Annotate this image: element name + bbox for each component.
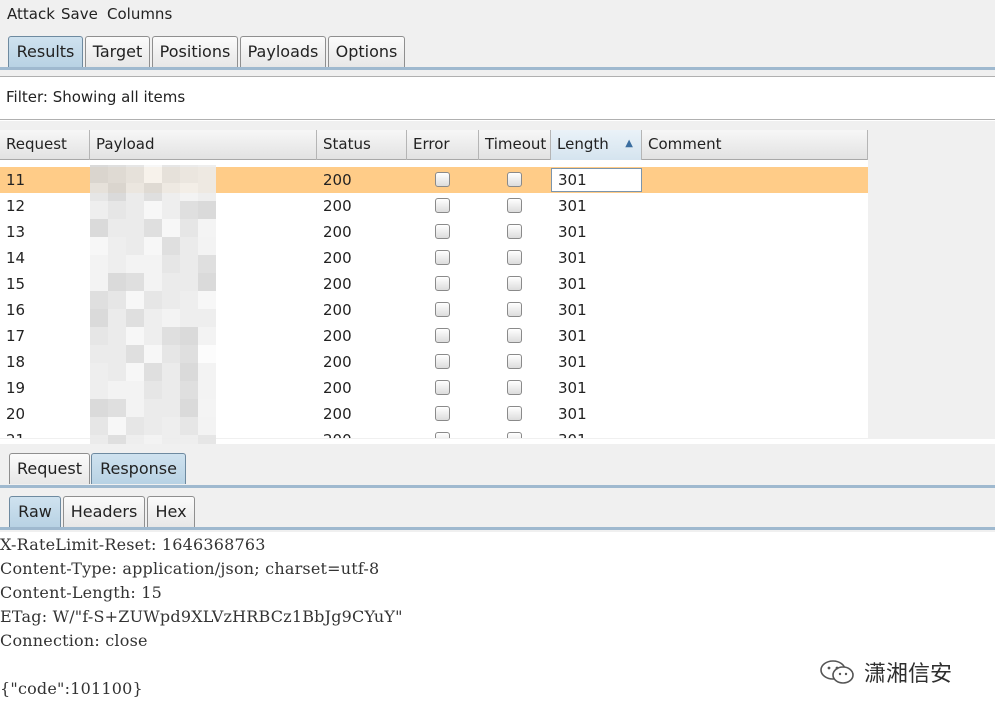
error-checkbox [435, 172, 450, 187]
tab-headers[interactable]: Headers [63, 496, 145, 527]
tab-underline [0, 485, 995, 488]
length-cell: 301 [558, 379, 587, 397]
response-line: X-RateLimit-Reset: 1646368763 [0, 535, 266, 554]
timeout-checkbox [507, 328, 522, 343]
error-checkbox [435, 380, 450, 395]
length-cell: 301 [558, 327, 587, 345]
error-checkbox [435, 406, 450, 421]
request-cell: 18 [6, 353, 26, 371]
status-cell: 200 [323, 353, 352, 371]
tab-results[interactable]: Results [8, 36, 83, 67]
error-checkbox [435, 250, 450, 265]
tab-underline [0, 527, 995, 530]
redacted-payloads [90, 165, 216, 453]
length-cell: 301 [558, 405, 587, 423]
request-cell: 11 [6, 171, 26, 189]
filter-text[interactable]: Filter: Showing all items [6, 88, 185, 106]
request-cell: 21 [6, 427, 25, 438]
menu-attack[interactable]: Attack [7, 5, 55, 23]
request-cell: 20 [6, 405, 26, 423]
column-payload[interactable]: Payload [90, 130, 317, 160]
status-cell: 200 [323, 249, 352, 267]
tab-underline [0, 67, 995, 70]
status-cell: 200 [323, 301, 352, 319]
view-tabstrip: Raw Headers Hex [0, 490, 995, 532]
menu-save[interactable]: Save [61, 5, 98, 23]
table-header: Request Payload Status Error Timeout Len… [0, 130, 868, 160]
timeout-checkbox [507, 432, 522, 438]
status-cell: 200 [323, 327, 352, 345]
wechat-logo-icon [820, 660, 854, 684]
column-length[interactable]: Length ▲ [551, 130, 642, 160]
error-checkbox [435, 224, 450, 239]
watermark-text: 潇湘信安 [864, 662, 953, 687]
column-request[interactable]: Request [0, 130, 90, 160]
length-cell: 301 [558, 275, 587, 293]
request-cell: 17 [6, 327, 26, 345]
tab-response[interactable]: Response [91, 453, 186, 484]
error-checkbox [435, 302, 450, 317]
request-cell: 16 [6, 301, 26, 319]
request-cell: 19 [6, 379, 26, 397]
response-line: Content-Type: application/json; charset=… [0, 559, 380, 578]
tab-options[interactable]: Options [328, 36, 405, 67]
tab-request[interactable]: Request [9, 453, 90, 484]
timeout-checkbox [507, 198, 522, 213]
error-checkbox [435, 198, 450, 213]
length-cell: 301 [558, 249, 587, 267]
timeout-checkbox [507, 354, 522, 369]
sort-ascending-icon: ▲ [625, 138, 633, 149]
length-cell: 301 [558, 301, 587, 319]
message-tabstrip: Request Response [0, 444, 995, 490]
timeout-checkbox [507, 302, 522, 317]
column-status[interactable]: Status [317, 130, 407, 160]
error-checkbox [435, 328, 450, 343]
column-length-label: Length [557, 135, 609, 153]
column-timeout[interactable]: Timeout [479, 130, 551, 160]
tab-target[interactable]: Target [85, 36, 150, 67]
tab-hex[interactable]: Hex [147, 496, 195, 527]
length-cell: 301 [558, 223, 587, 241]
column-comment[interactable]: Comment [642, 130, 868, 160]
status-cell: 200 [323, 379, 352, 397]
request-cell: 12 [6, 197, 26, 215]
length-cell: 301 [558, 353, 587, 371]
timeout-checkbox [507, 224, 522, 239]
status-cell: 200 [323, 275, 352, 293]
timeout-checkbox [507, 380, 522, 395]
tab-positions[interactable]: Positions [152, 36, 238, 67]
status-cell: 200 [323, 197, 352, 215]
timeout-checkbox [507, 276, 522, 291]
response-line: {"code":101100} [0, 679, 143, 698]
request-cell: 14 [6, 249, 26, 267]
watermark: 潇湘信安 [818, 654, 952, 690]
timeout-checkbox [507, 250, 522, 265]
length-cell: 301 [558, 197, 587, 215]
status-cell: 200 [323, 405, 352, 423]
request-cell: 15 [6, 275, 26, 293]
length-cell: 301 [558, 427, 587, 438]
tab-raw[interactable]: Raw [9, 496, 61, 527]
status-cell: 200 [323, 427, 352, 438]
timeout-checkbox [507, 406, 522, 421]
response-line: ETag: W/"f-S+ZUWpd9XLVzHRBCz1BbJg9CYuY" [0, 607, 403, 626]
status-cell: 200 [323, 171, 352, 189]
menu-bar: Attack Save Columns [0, 0, 995, 29]
error-checkbox [435, 354, 450, 369]
error-checkbox [435, 276, 450, 291]
filter-bar[interactable]: Filter: Showing all items [0, 76, 995, 120]
response-line: Content-Length: 15 [0, 583, 163, 602]
response-line: Connection: close [0, 631, 148, 650]
request-cell: 13 [6, 223, 26, 241]
timeout-checkbox [507, 172, 522, 187]
status-cell: 200 [323, 223, 352, 241]
column-error[interactable]: Error [407, 130, 479, 160]
tab-payloads[interactable]: Payloads [240, 36, 326, 67]
menu-columns[interactable]: Columns [107, 5, 172, 23]
results-tabstrip: Results Target Positions Payloads Option… [0, 29, 995, 76]
length-cell: 301 [558, 171, 587, 189]
error-checkbox [435, 432, 450, 438]
